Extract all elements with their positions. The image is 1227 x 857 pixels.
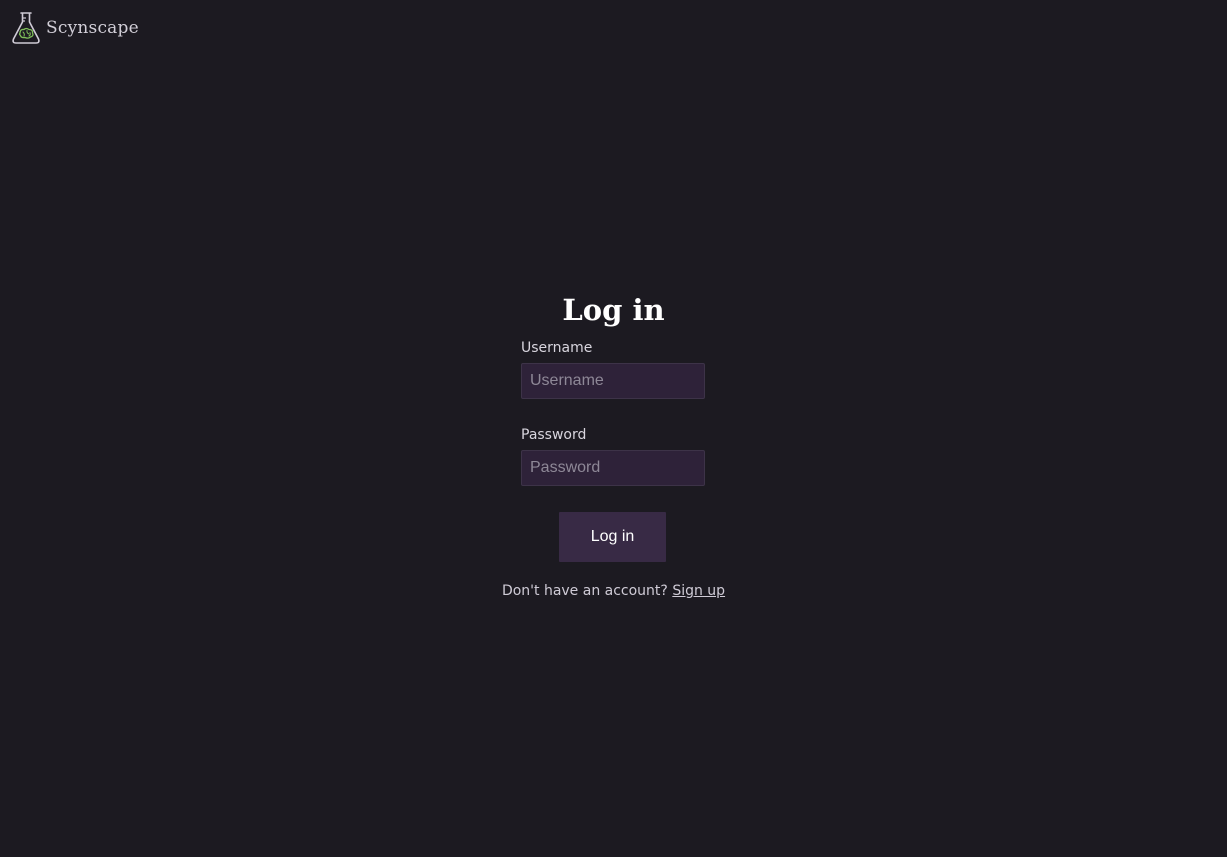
brand-home-link[interactable]: Scynscape [11, 11, 139, 45]
username-input[interactable] [521, 363, 705, 399]
signup-prompt-text: Don't have an account? [501, 583, 668, 599]
password-label: Password [521, 427, 587, 443]
username-label: Username [521, 340, 593, 356]
brand-name: Scynscape [46, 18, 139, 38]
page-title: Log in [562, 293, 665, 327]
login-button[interactable]: Log in [559, 512, 666, 562]
password-input[interactable] [521, 450, 705, 486]
signup-link[interactable]: Sign up [672, 583, 725, 599]
flask-brain-icon [12, 12, 40, 44]
signup-prompt-line: Don't have an account? Sign up [0, 583, 1227, 599]
